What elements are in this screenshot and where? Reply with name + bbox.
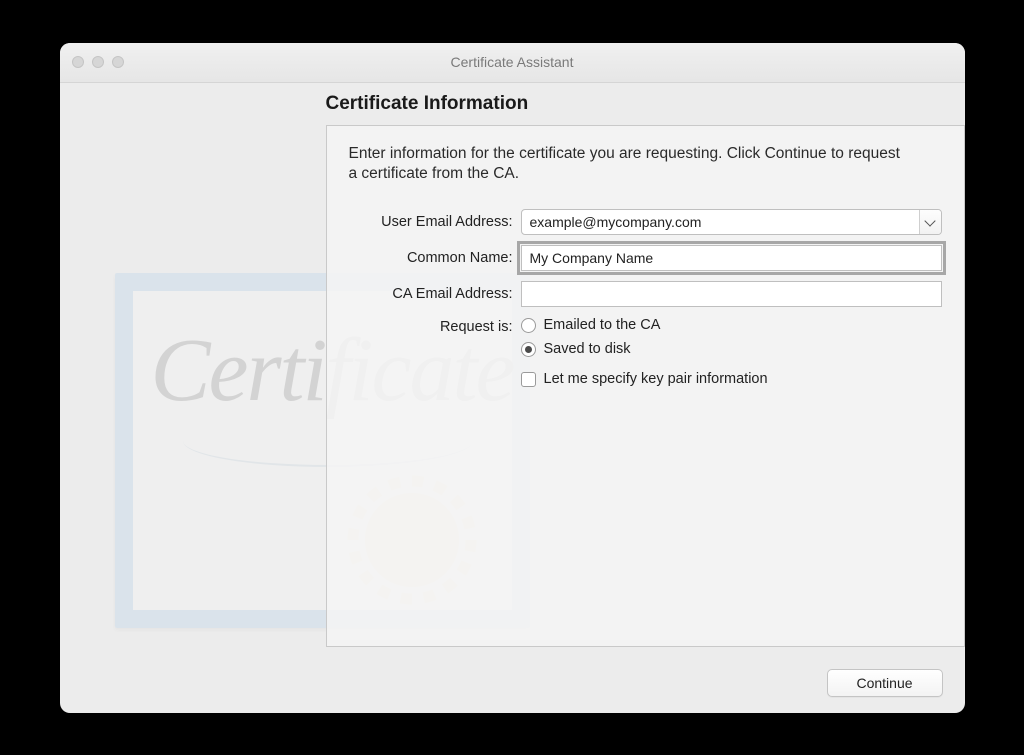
user-email-value[interactable]: example@mycompany.com: [522, 210, 919, 234]
common-name-field[interactable]: My Company Name: [521, 245, 942, 271]
checkbox-icon: [521, 372, 536, 387]
titlebar[interactable]: Certificate Assistant: [60, 43, 965, 83]
intro-text: Enter information for the certificate yo…: [349, 144, 909, 186]
continue-button[interactable]: Continue: [827, 669, 943, 697]
chevron-down-icon: [924, 215, 935, 226]
common-name-label: Common Name:: [349, 250, 521, 266]
radio-icon: [521, 318, 536, 333]
keypair-checkbox-label: Let me specify key pair information: [544, 371, 768, 387]
combobox-arrow-button[interactable]: [919, 210, 941, 234]
footer-buttons: Continue: [827, 669, 943, 697]
window-title: Certificate Assistant: [60, 54, 965, 70]
ca-email-field[interactable]: [521, 281, 942, 307]
ca-email-label: CA Email Address:: [349, 286, 521, 302]
keypair-checkbox[interactable]: Let me specify key pair information: [521, 371, 942, 387]
request-emailed-label: Emailed to the CA: [544, 317, 661, 333]
user-email-combobox[interactable]: example@mycompany.com: [521, 209, 942, 235]
radio-icon: [521, 342, 536, 357]
request-saved-label: Saved to disk: [544, 341, 631, 357]
window-content: Certificate Certificate Information Ente…: [60, 83, 965, 713]
form-panel: Enter information for the certificate yo…: [326, 125, 965, 647]
user-email-label: User Email Address:: [349, 214, 521, 230]
request-saved-radio[interactable]: Saved to disk: [521, 341, 942, 357]
request-emailed-radio[interactable]: Emailed to the CA: [521, 317, 942, 333]
request-is-label: Request is:: [349, 317, 521, 335]
section-title: Certificate Information: [326, 93, 529, 115]
certificate-assistant-window: Certificate Assistant Certificate Certif…: [60, 43, 965, 713]
